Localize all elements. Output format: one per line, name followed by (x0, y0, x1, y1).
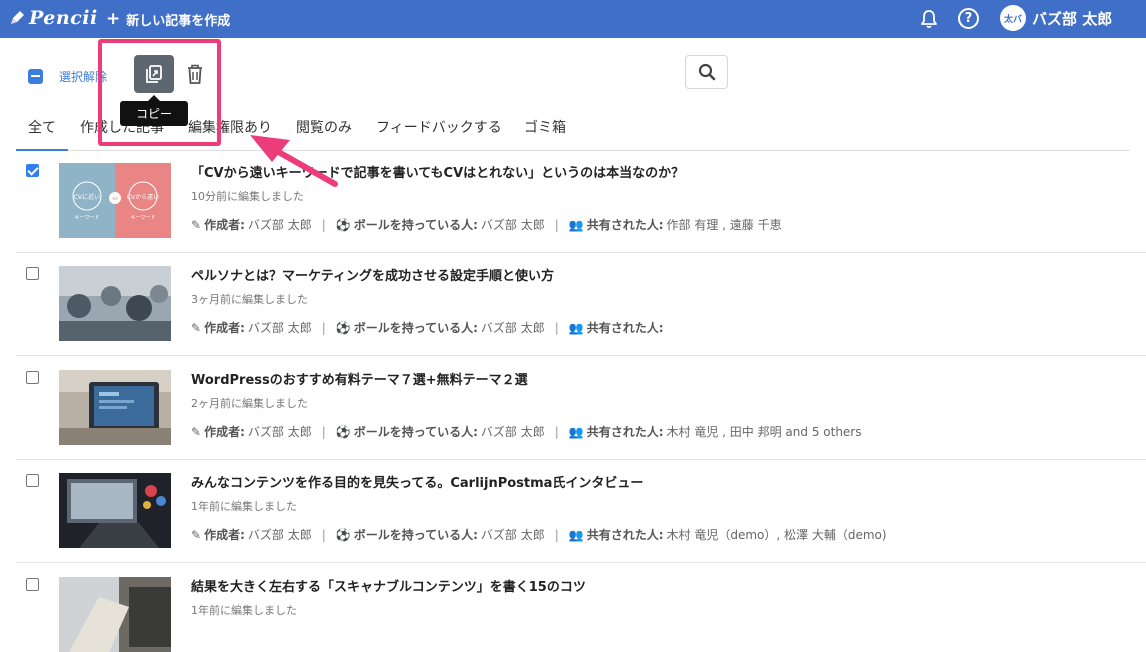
article-checkbox[interactable] (26, 474, 39, 487)
shared-label: 共有された人: (586, 528, 664, 542)
edit-icon: ✎ (191, 320, 202, 335)
pencil-logo-icon (11, 11, 24, 24)
top-bar: Pencii + 新しい記事を作成 ? 太バ バズ部 太郎 (0, 0, 1146, 38)
article-meta: ✎ 作成者: バズ部 太郎 | ⚽ ボールを持っている人: バズ部 太郎 | 👥 共有され… (191, 527, 887, 543)
article-thumbnail[interactable] (59, 370, 171, 445)
article-meta: ✎ 作成者: バズ部 太郎 | ⚽ ボールを持っている人: バズ部 太郎 | 👥 共有され… (191, 320, 664, 336)
article-checkbox[interactable] (26, 267, 39, 280)
thumb-vs: vs (112, 196, 118, 202)
app-logo[interactable]: Pencii (8, 6, 98, 30)
help-icon[interactable]: ? (958, 8, 979, 29)
tab-editable[interactable]: 編集権限あり (176, 111, 284, 151)
users-icon: 👥 (568, 424, 584, 439)
ball-label: ボールを持っている人: (353, 218, 478, 232)
tab-feedback[interactable]: フィードバックする (364, 111, 514, 151)
article-title[interactable]: WordPressのおすすめ有料テーマ７選+無料テーマ２選 (191, 369, 528, 388)
logo-text: Pencii (29, 7, 98, 29)
new-article-label: 新しい記事を作成 (126, 13, 231, 29)
article-checkbox[interactable] (26, 578, 39, 591)
copy-tooltip: コピー (120, 95, 188, 126)
shared-label: 共有された人: (586, 321, 664, 335)
article-thumbnail[interactable]: CVに近い vs CVから遠い キーワード キーワード (59, 163, 171, 238)
thumb-caption-left: キーワード (74, 215, 99, 221)
article-edited-time: 10分前に編集しました (191, 190, 304, 203)
author-name: バズ部 太郎 (247, 321, 312, 335)
author-label: 作成者: (204, 528, 245, 542)
users-icon: 👥 (568, 217, 584, 232)
edit-icon: ✎ (191, 217, 202, 232)
article-checkbox[interactable] (26, 164, 39, 177)
article-title[interactable]: ペルソナとは？マーケティングを成功させる設定手順と使い方 (191, 265, 554, 284)
author-name: バズ部 太郎 (247, 218, 312, 232)
author-label: 作成者: (204, 321, 245, 335)
ball-holder: バズ部 太郎 (480, 218, 545, 232)
deselect-label: 選択解除 (59, 70, 108, 84)
user-menu[interactable]: 太バ バズ部 太郎 (1000, 5, 1112, 31)
search-button[interactable] (685, 55, 728, 89)
article-edited-time: 2ヶ月前に編集しました (191, 397, 308, 410)
deselect-all-button[interactable]: 選択解除 (28, 68, 107, 85)
article-meta: ✎ 作成者: バズ部 太郎 | ⚽ ボールを持っている人: バズ部 太郎 | 👥 共有され… (191, 217, 782, 233)
edit-icon: ✎ (191, 527, 202, 542)
author-label: 作成者: (204, 425, 245, 439)
article-checkbox[interactable] (26, 371, 39, 384)
trash-icon (188, 64, 202, 84)
article-row[interactable]: ペルソナとは？マーケティングを成功させる設定手順と使い方 3ヶ月前に編集しました… (16, 253, 1146, 356)
ball-holder: バズ部 太郎 (480, 425, 545, 439)
article-row[interactable]: 結果を大きく左右する「スキャナブルコンテンツ」を書く15のコツ 1年前に編集しま… (16, 564, 1146, 652)
plus-icon: + (106, 8, 121, 29)
soccer-ball-icon: ⚽ (335, 217, 351, 232)
author-name: バズ部 太郎 (247, 425, 312, 439)
users-icon: 👥 (568, 527, 584, 542)
author-name: バズ部 太郎 (247, 528, 312, 542)
ball-holder: バズ部 太郎 (480, 528, 545, 542)
ball-holder: バズ部 太郎 (480, 321, 545, 335)
soccer-ball-icon: ⚽ (335, 527, 351, 542)
thumb-left-label: CVに近い (74, 193, 100, 201)
ball-label: ボールを持っている人: (353, 425, 478, 439)
shared-users: 作部 有理 , 遠藤 千恵 (666, 218, 782, 232)
article-row[interactable]: みんなコンテンツを作る目的を見失ってる。CarlijnPostma氏インタビュー… (16, 460, 1146, 563)
search-icon (698, 63, 715, 81)
avatar: 太バ (1000, 5, 1026, 31)
new-article-button[interactable]: + 新しい記事を作成 (106, 8, 230, 30)
article-edited-time: 3ヶ月前に編集しました (191, 293, 308, 306)
article-row[interactable]: CVに近い vs CVから遠い キーワード キーワード 「CVから遠いキーワード… (16, 150, 1146, 253)
article-title[interactable]: 「CVから遠いキーワードで記事を書いてもCVはとれない」というのは本当なのか？ (191, 162, 684, 181)
article-thumbnail[interactable] (59, 577, 171, 652)
article-thumbnail[interactable] (59, 266, 171, 341)
copy-icon (146, 65, 162, 83)
users-icon: 👥 (568, 320, 584, 335)
shared-users: 木村 竜児 , 田中 邦明 and 5 others (666, 425, 862, 439)
shared-users: 木村 竜児（demo）, 松澤 大輔（demo) (666, 528, 887, 542)
author-label: 作成者: (204, 218, 245, 232)
user-name: バズ部 太郎 (1032, 9, 1113, 28)
article-row[interactable]: WordPressのおすすめ有料テーマ７選+無料テーマ２選 2ヶ月前に編集しまし… (16, 357, 1146, 460)
article-title[interactable]: みんなコンテンツを作る目的を見失ってる。CarlijnPostma氏インタビュー (191, 472, 643, 491)
copy-button[interactable] (134, 55, 174, 93)
article-edited-time: 1年前に編集しました (191, 604, 297, 617)
tab-trash[interactable]: ゴミ箱 (512, 111, 578, 151)
article-title[interactable]: 結果を大きく左右する「スキャナブルコンテンツ」を書く15のコツ (191, 576, 586, 595)
tab-view-only[interactable]: 閲覧のみ (284, 111, 364, 151)
article-edited-time: 1年前に編集しました (191, 500, 297, 513)
delete-button[interactable] (182, 61, 208, 87)
bell-icon[interactable] (918, 8, 940, 30)
deselect-checkbox[interactable] (28, 69, 43, 84)
soccer-ball-icon: ⚽ (335, 320, 351, 335)
ball-label: ボールを持っている人: (353, 321, 478, 335)
article-thumbnail[interactable] (59, 473, 171, 548)
tab-all[interactable]: 全て (16, 111, 68, 151)
shared-label: 共有された人: (586, 425, 664, 439)
soccer-ball-icon: ⚽ (335, 424, 351, 439)
ball-label: ボールを持っている人: (353, 528, 478, 542)
article-meta: ✎ 作成者: バズ部 太郎 | ⚽ ボールを持っている人: バズ部 太郎 | 👥 共有され… (191, 424, 862, 440)
edit-icon: ✎ (191, 424, 202, 439)
shared-label: 共有された人: (586, 218, 664, 232)
thumb-right-label: CVから遠い (127, 193, 159, 201)
thumb-caption-right: キーワード (130, 215, 155, 221)
